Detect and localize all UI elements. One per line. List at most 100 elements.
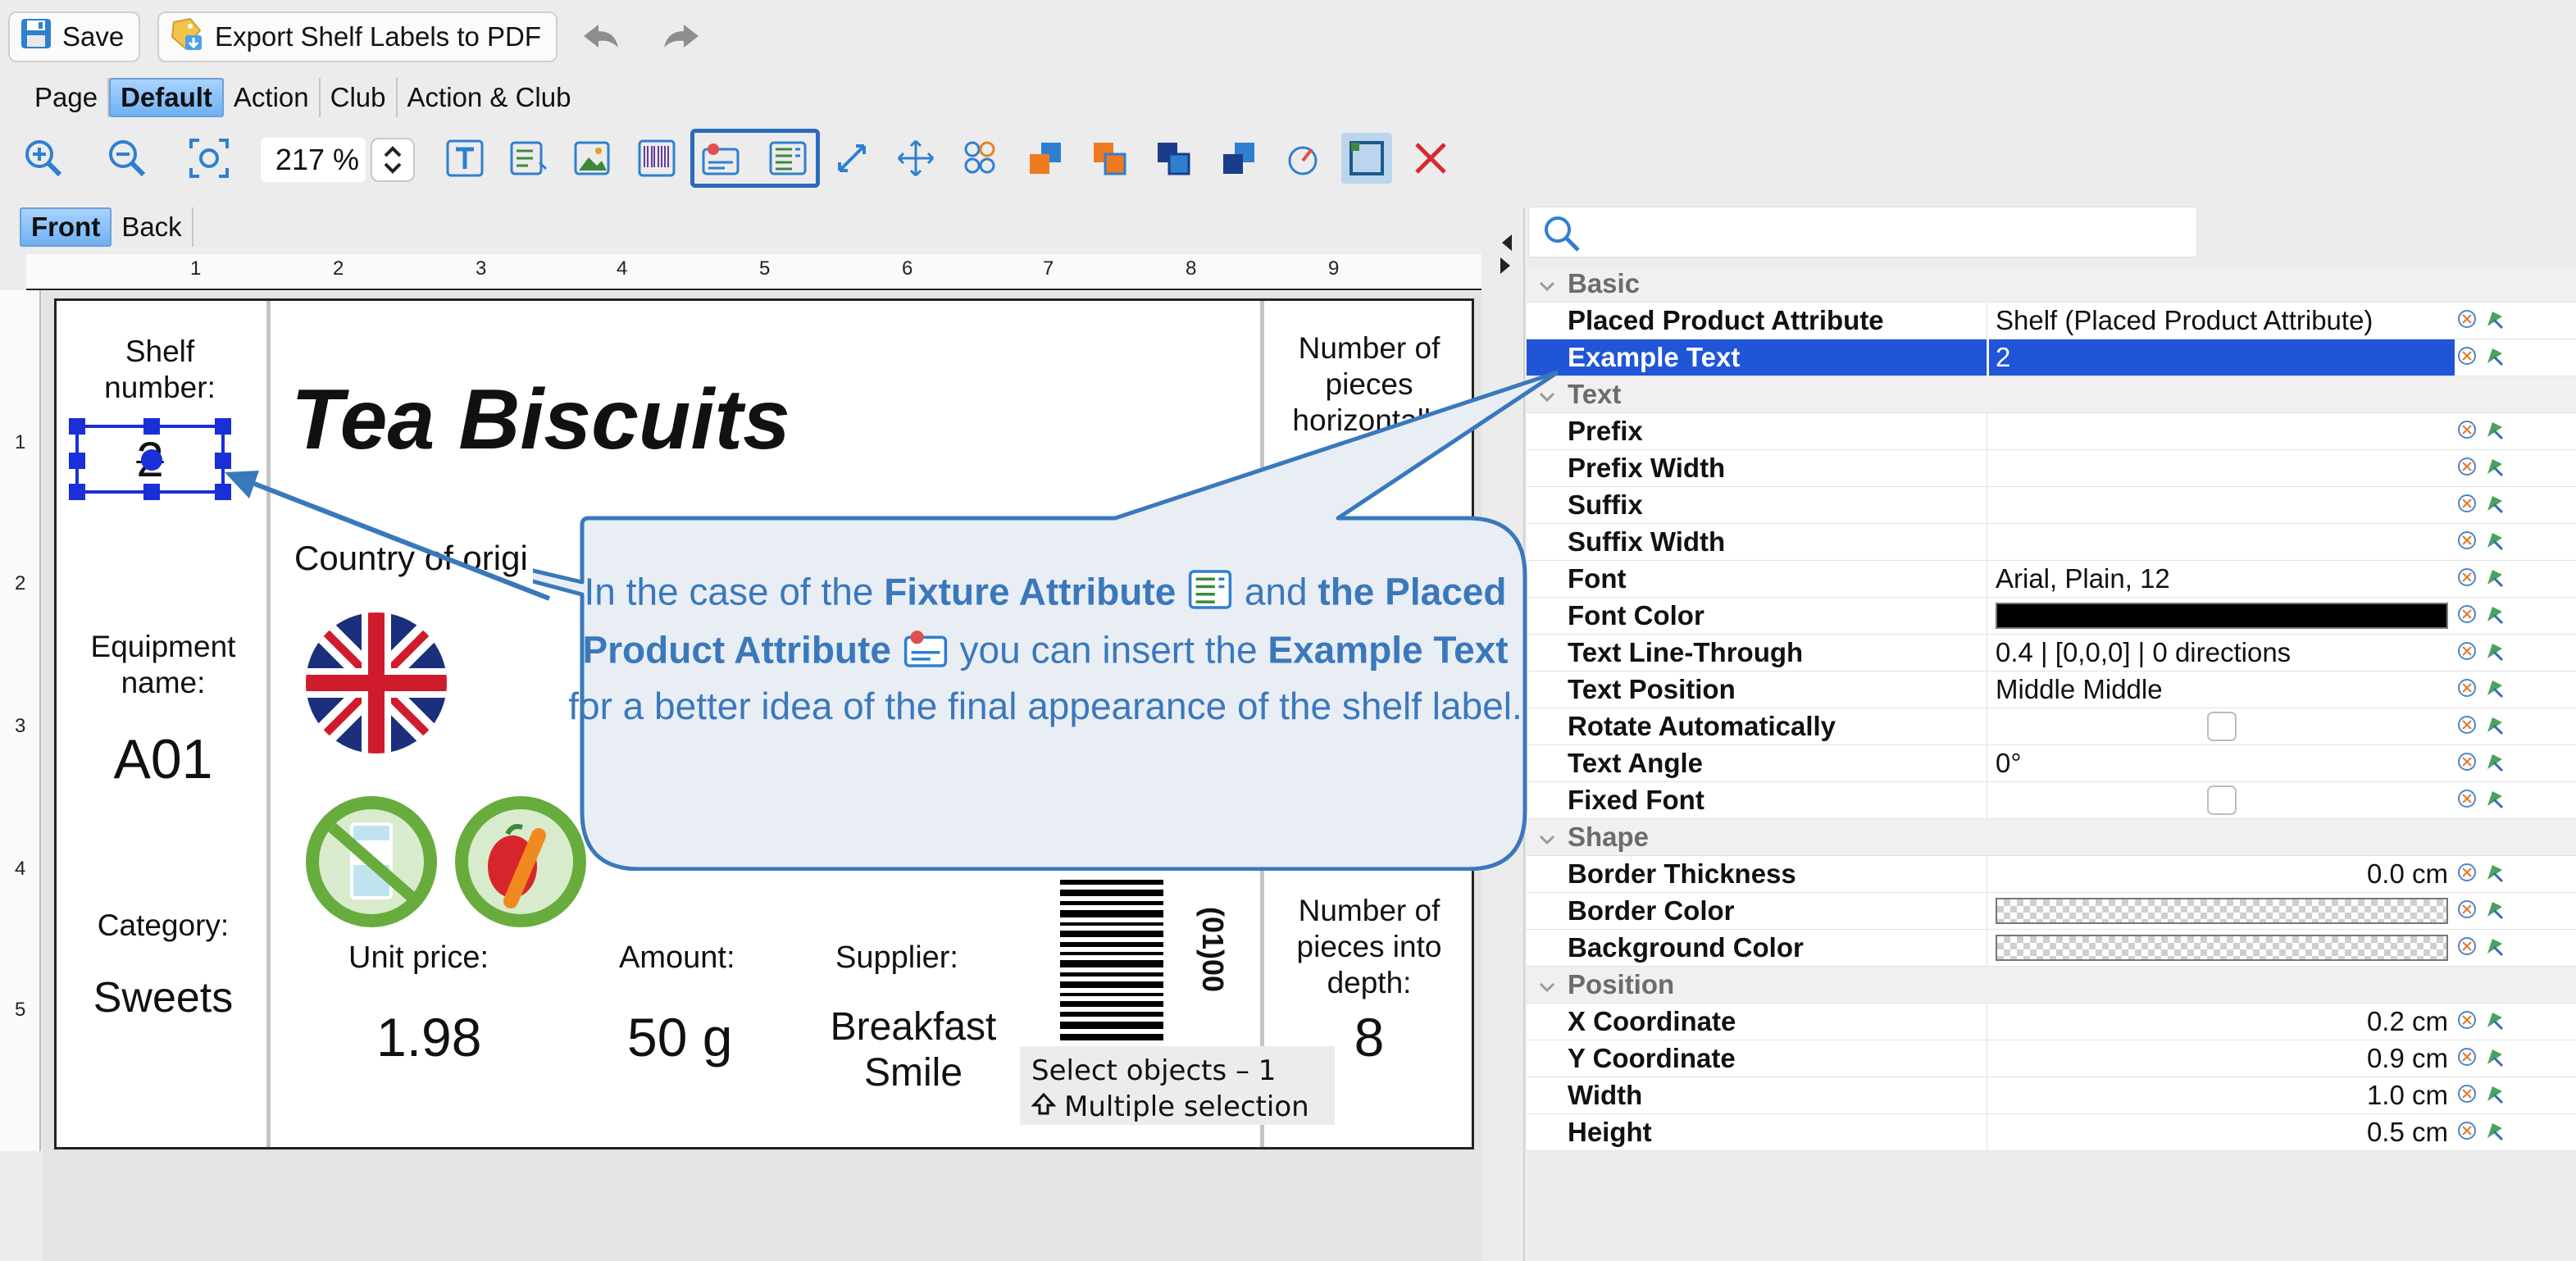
apply-to-selection-icon[interactable] <box>2484 1080 2505 1111</box>
resize-handle[interactable] <box>69 484 85 500</box>
barcode-tool-icon[interactable] <box>631 133 682 184</box>
category-value[interactable]: Sweets <box>65 973 262 1022</box>
apply-to-selection-icon[interactable] <box>2484 895 2505 926</box>
apply-to-selection-icon[interactable] <box>2484 489 2505 521</box>
apply-to-selection-icon[interactable] <box>2484 858 2505 890</box>
unit-price-value[interactable]: 1.98 <box>376 1006 481 1068</box>
reset-icon[interactable] <box>2456 1043 2478 1074</box>
resize-handle[interactable] <box>143 484 160 500</box>
equipment-value[interactable]: A01 <box>65 727 262 791</box>
resize-handle[interactable] <box>215 418 231 435</box>
color-swatch[interactable] <box>1996 935 2448 961</box>
property-row-height[interactable]: Height 0.5 cm <box>1527 1114 2576 1151</box>
reset-icon[interactable] <box>2456 1117 2478 1148</box>
zoom-field[interactable]: 217 % <box>261 138 366 182</box>
selected-shelf-number[interactable]: 2 <box>69 418 231 500</box>
property-value[interactable] <box>1989 708 2455 744</box>
text-tool-icon[interactable] <box>439 133 490 184</box>
redo-icon[interactable] <box>659 15 705 59</box>
zoom-fit-icon[interactable] <box>184 133 234 184</box>
placed-product-attribute-icon[interactable] <box>695 133 746 184</box>
reset-icon[interactable] <box>2456 305 2478 336</box>
zoom-stepper[interactable] <box>371 138 415 182</box>
property-row-example-text[interactable]: Example Text 2 <box>1527 339 2576 376</box>
property-row-background-color[interactable]: Background Color <box>1527 930 2576 967</box>
move-icon[interactable] <box>890 133 941 184</box>
vegetables-icon[interactable] <box>453 794 588 929</box>
image-tool-icon[interactable] <box>567 133 618 184</box>
color-swatch[interactable] <box>1996 898 2448 924</box>
property-row-fixed-font[interactable]: Fixed Font <box>1527 782 2576 819</box>
property-value[interactable] <box>1989 893 2455 929</box>
property-value[interactable]: 0.9 cm <box>1989 1040 2455 1077</box>
zoom-in-icon[interactable] <box>18 133 69 184</box>
reset-icon[interactable] <box>2456 895 2478 926</box>
property-category-position[interactable]: Position <box>1527 967 2576 1004</box>
tab-club[interactable]: Club <box>321 78 398 117</box>
apply-to-selection-icon[interactable] <box>2484 342 2505 373</box>
property-checkbox[interactable] <box>2207 712 2237 741</box>
property-row-rotate-automatically[interactable]: Rotate Automatically <box>1527 708 2576 745</box>
property-category-shape[interactable]: Shape <box>1527 819 2576 856</box>
apply-to-selection-icon[interactable] <box>2484 1006 2505 1037</box>
rotate-icon[interactable] <box>1277 133 1328 184</box>
barcode[interactable] <box>1057 876 1180 1044</box>
zoom-out-icon[interactable] <box>102 133 152 184</box>
reset-icon[interactable] <box>2456 1006 2478 1037</box>
property-value[interactable] <box>1989 930 2455 966</box>
property-row-border-thickness[interactable]: Border Thickness 0.0 cm <box>1527 856 2576 893</box>
property-row-prefix[interactable]: Prefix <box>1527 413 2576 450</box>
property-row-suffix[interactable]: Suffix <box>1527 487 2576 524</box>
tab-action-club[interactable]: Action & Club <box>398 78 581 117</box>
apply-to-selection-icon[interactable] <box>2484 305 2505 336</box>
reset-icon[interactable] <box>2456 1080 2478 1111</box>
reset-icon[interactable] <box>2456 932 2478 963</box>
apply-to-selection-icon[interactable] <box>2484 637 2505 668</box>
apply-to-selection-icon[interactable] <box>2484 932 2505 963</box>
resize-icon[interactable] <box>826 133 877 184</box>
no-milk-icon[interactable] <box>304 794 439 929</box>
property-row-font[interactable]: Font Arial, Plain, 12 <box>1527 561 2576 598</box>
reset-icon[interactable] <box>2456 600 2478 631</box>
property-value[interactable] <box>1989 524 2455 560</box>
property-value[interactable]: 0.0 cm <box>1989 856 2455 892</box>
reset-icon[interactable] <box>2456 526 2478 558</box>
property-value[interactable]: Middle Middle <box>1989 671 2455 708</box>
reset-icon[interactable] <box>2456 342 2478 373</box>
send-backward-icon[interactable] <box>1148 133 1199 184</box>
property-value[interactable] <box>1989 782 2455 818</box>
save-button[interactable]: Save <box>8 11 141 62</box>
tab-front[interactable]: Front <box>20 207 112 247</box>
property-row-border-color[interactable]: Border Color <box>1527 893 2576 930</box>
amount-value[interactable]: 50 g <box>627 1006 732 1068</box>
apply-to-selection-icon[interactable] <box>2484 526 2505 558</box>
uk-flag-icon[interactable] <box>304 611 448 755</box>
property-row-text-position[interactable]: Text Position Middle Middle <box>1527 671 2576 708</box>
tab-action[interactable]: Action <box>224 78 321 117</box>
property-value[interactable] <box>1989 598 2455 634</box>
property-row-suffix-width[interactable]: Suffix Width <box>1527 524 2576 561</box>
property-row-width[interactable]: Width 1.0 cm <box>1527 1077 2576 1114</box>
bring-to-front-icon[interactable] <box>1020 133 1071 184</box>
reset-icon[interactable] <box>2456 637 2478 668</box>
property-value[interactable]: 0.4 | [0,0,0] | 0 directions <box>1989 635 2455 671</box>
resize-handle[interactable] <box>143 418 160 435</box>
property-value[interactable]: Arial, Plain, 12 <box>1989 561 2455 597</box>
apply-to-selection-icon[interactable] <box>2484 600 2505 631</box>
property-value[interactable]: 2 <box>1989 339 2455 376</box>
product-title[interactable]: Tea Biscuits <box>291 371 790 469</box>
reset-icon[interactable] <box>2456 453 2478 484</box>
text-field-icon[interactable] <box>503 133 554 184</box>
reset-icon[interactable] <box>2456 674 2478 705</box>
property-row-placed-product-attribute[interactable]: Placed Product Attribute Shelf (Placed Pr… <box>1527 303 2576 339</box>
property-value[interactable]: 1.0 cm <box>1989 1077 2455 1113</box>
apply-to-selection-icon[interactable] <box>2484 1117 2505 1148</box>
property-row-x-coordinate[interactable]: X Coordinate 0.2 cm <box>1527 1004 2576 1040</box>
reset-icon[interactable] <box>2456 711 2478 742</box>
reset-icon[interactable] <box>2456 563 2478 594</box>
undo-icon[interactable] <box>577 15 623 59</box>
property-value[interactable] <box>1989 413 2455 449</box>
reset-icon[interactable] <box>2456 785 2478 816</box>
property-row-text-angle[interactable]: Text Angle 0° <box>1527 745 2576 782</box>
apply-to-selection-icon[interactable] <box>2484 748 2505 779</box>
